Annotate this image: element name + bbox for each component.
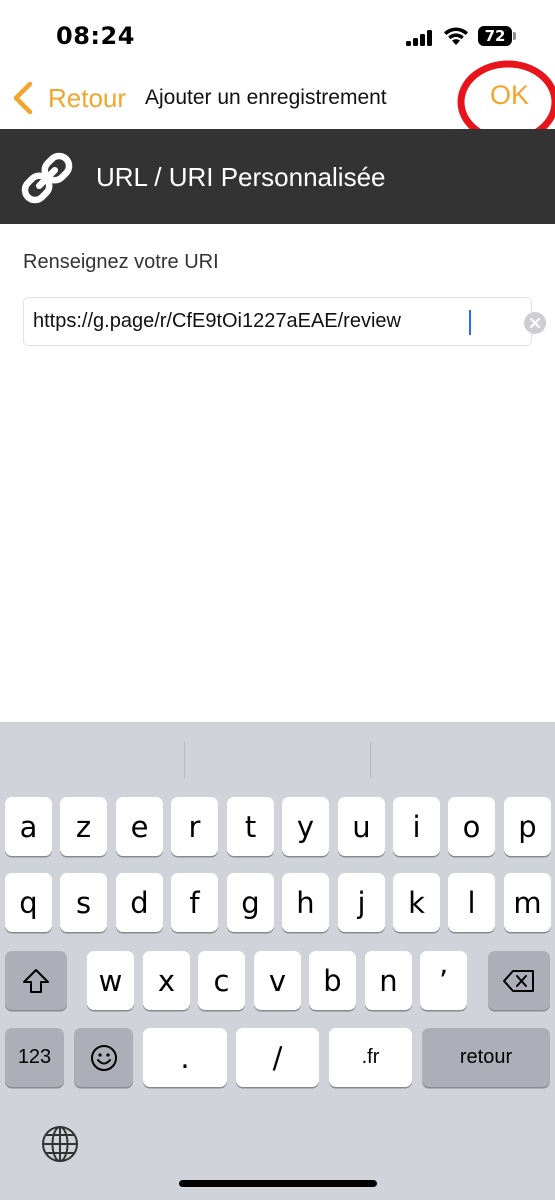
shift-key[interactable] xyxy=(5,951,67,1010)
emoji-icon xyxy=(90,1044,117,1071)
key-v[interactable]: v xyxy=(254,951,301,1010)
key-f[interactable]: f xyxy=(171,873,218,932)
return-key[interactable]: retour xyxy=(422,1028,550,1087)
key-z[interactable]: z xyxy=(60,797,107,856)
text-caret xyxy=(469,310,471,335)
emoji-key[interactable] xyxy=(74,1028,133,1087)
key-p[interactable]: p xyxy=(504,797,551,856)
key-t[interactable]: t xyxy=(227,797,274,856)
wifi-icon xyxy=(444,27,468,45)
key-h[interactable]: h xyxy=(282,873,329,932)
key-c[interactable]: c xyxy=(198,951,245,1010)
dot-fr-key[interactable]: .fr xyxy=(329,1028,412,1087)
key-i[interactable]: i xyxy=(393,797,440,856)
battery-icon: 72 xyxy=(478,26,516,46)
home-indicator xyxy=(179,1180,377,1187)
backspace-icon xyxy=(503,969,534,992)
link-icon xyxy=(21,152,73,204)
record-type-title: URL / URI Personnalisée xyxy=(96,162,386,192)
ok-button[interactable]: OK xyxy=(490,80,529,111)
globe-icon[interactable] xyxy=(40,1124,80,1164)
key-d[interactable]: d xyxy=(116,873,163,932)
key-k[interactable]: k xyxy=(393,873,440,932)
key-x[interactable]: x xyxy=(143,951,190,1010)
key-y[interactable]: y xyxy=(282,797,329,856)
uri-field[interactable] xyxy=(23,297,546,346)
cellular-signal-icon xyxy=(406,30,434,46)
key-s[interactable]: s xyxy=(60,873,107,932)
period-key[interactable]: . xyxy=(143,1028,227,1087)
key-q[interactable]: q xyxy=(5,873,52,932)
back-label: Retour xyxy=(48,82,127,113)
key-a[interactable]: a xyxy=(5,797,52,856)
key-n[interactable]: n xyxy=(365,951,412,1010)
key-j[interactable]: j xyxy=(338,873,385,932)
suggestion-divider xyxy=(184,742,185,778)
suggestion-divider xyxy=(370,742,371,778)
uri-input[interactable] xyxy=(33,298,493,345)
key-w[interactable]: w xyxy=(87,951,134,1010)
chevron-left-icon xyxy=(13,81,33,115)
key-m[interactable]: m xyxy=(504,873,551,932)
slash-key[interactable]: / xyxy=(236,1028,319,1087)
key-apostrophe[interactable]: ’ xyxy=(420,951,467,1010)
battery-level: 72 xyxy=(478,26,512,46)
uri-field-label: Renseignez votre URI xyxy=(23,251,219,273)
nav-bar: Retour Ajouter un enregistrement OK xyxy=(0,70,555,130)
key-r[interactable]: r xyxy=(171,797,218,856)
status-time: 08:24 xyxy=(56,22,135,50)
delete-key[interactable] xyxy=(488,951,550,1010)
record-type-header: URL / URI Personnalisée xyxy=(0,129,555,224)
key-o[interactable]: o xyxy=(448,797,495,856)
numbers-key[interactable]: 123 xyxy=(5,1028,64,1087)
shift-icon xyxy=(23,968,49,993)
close-icon xyxy=(529,317,541,329)
key-l[interactable]: l xyxy=(448,873,495,932)
page-title: Ajouter un enregistrement xyxy=(145,86,387,109)
status-bar: 08:24 72 xyxy=(0,0,555,70)
key-b[interactable]: b xyxy=(309,951,356,1010)
key-e[interactable]: e xyxy=(116,797,163,856)
key-g[interactable]: g xyxy=(227,873,274,932)
key-u[interactable]: u xyxy=(338,797,385,856)
back-button[interactable]: Retour xyxy=(10,76,126,120)
clear-text-button[interactable] xyxy=(524,312,546,334)
